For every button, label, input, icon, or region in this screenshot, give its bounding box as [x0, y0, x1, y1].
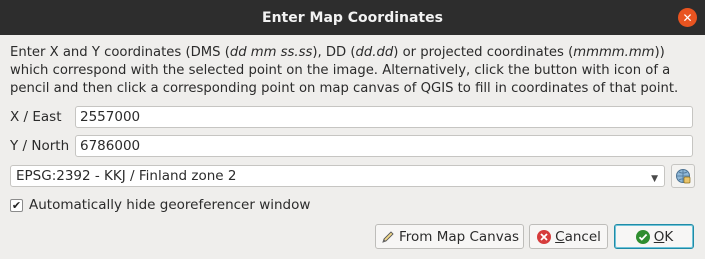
y-north-input[interactable]: 6786000: [75, 135, 693, 157]
cancel-button[interactable]: Cancel: [529, 224, 608, 249]
ok-button[interactable]: OK: [614, 224, 694, 249]
x-east-input[interactable]: 2557000: [75, 106, 693, 128]
close-icon[interactable]: ✕: [678, 8, 697, 27]
ok-label: OK: [653, 228, 674, 245]
crs-selector-button[interactable]: [671, 164, 695, 188]
check-icon: [635, 229, 650, 244]
title-bar: Enter Map Coordinates ✕: [0, 0, 705, 35]
x-east-label: X / East: [10, 109, 62, 125]
crs-selected-value: EPSG:2392 - KKJ / Finland zone 2: [16, 168, 237, 184]
auto-hide-label: Automatically hide georeferencer window: [29, 197, 311, 213]
cancel-label: Cancel: [555, 228, 601, 245]
pencil-icon: [382, 230, 394, 243]
cancel-icon: [537, 229, 552, 244]
y-north-label: Y / North: [10, 138, 70, 154]
instructions-text: Enter X and Y coordinates (DMS (dd mm ss…: [10, 45, 679, 96]
chevron-down-icon: ▼: [651, 174, 658, 184]
from-map-canvas-label: From Map Canvas: [398, 228, 520, 245]
auto-hide-row[interactable]: ✔ Automatically hide georeferencer windo…: [10, 197, 310, 213]
from-map-canvas-button[interactable]: From Map Canvas: [375, 224, 524, 249]
window-title: Enter Map Coordinates: [262, 9, 443, 26]
crs-selector-icon: [676, 169, 691, 184]
crs-dropdown[interactable]: EPSG:2392 - KKJ / Finland zone 2 ▼: [10, 165, 665, 187]
auto-hide-checkbox[interactable]: ✔: [10, 198, 23, 212]
